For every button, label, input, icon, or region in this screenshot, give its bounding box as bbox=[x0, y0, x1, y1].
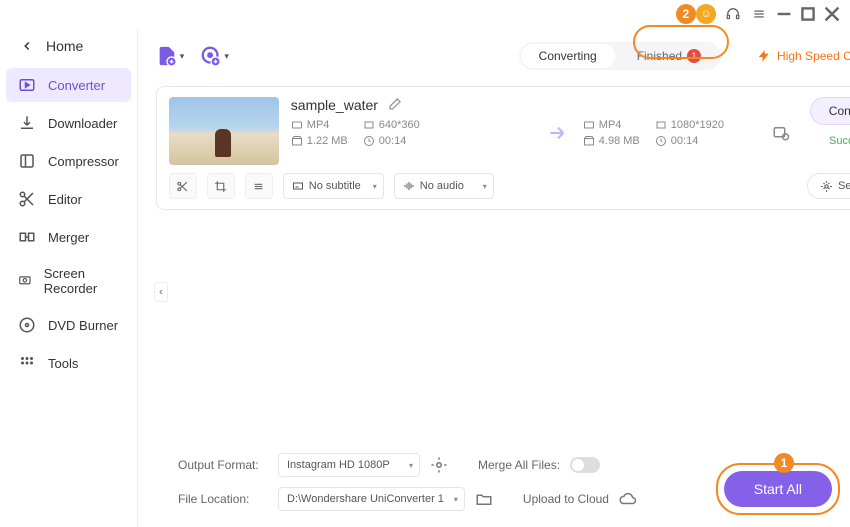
sidebar-item-merger[interactable]: Merger bbox=[6, 220, 131, 254]
add-file-button[interactable]: ▾ bbox=[156, 45, 185, 67]
sidebar-item-recorder[interactable]: Screen Recorder bbox=[6, 258, 131, 304]
sidebar-item-tools[interactable]: Tools bbox=[6, 346, 131, 380]
merge-label: Merge All Files: bbox=[478, 458, 560, 472]
upload-label: Upload to Cloud bbox=[523, 492, 609, 506]
src-size: 1.22 MB bbox=[291, 135, 363, 147]
folder-icon[interactable] bbox=[475, 490, 493, 508]
converter-icon bbox=[18, 76, 36, 94]
file-settings-icon[interactable] bbox=[765, 124, 797, 142]
video-thumbnail[interactable] bbox=[169, 97, 279, 165]
file-card: sample_water MP4 640*360 MP4 1080*1920 1… bbox=[156, 86, 850, 210]
finished-badge: 1 bbox=[687, 49, 701, 63]
tab-switcher: Converting Finished1 bbox=[519, 42, 721, 70]
home-label: Home bbox=[46, 38, 83, 54]
src-format: MP4 bbox=[291, 119, 363, 131]
footer: Output Format: Instagram HD 1080P▾ Merge… bbox=[160, 441, 850, 527]
tab-finished[interactable]: Finished1 bbox=[619, 44, 719, 68]
arrow-icon bbox=[535, 120, 583, 146]
toolbar: ▾ ▾ Converting Finished1 2 High Speed Co… bbox=[156, 36, 850, 76]
dst-duration: 00:14 bbox=[655, 135, 765, 147]
avatar[interactable]: ☺ bbox=[696, 4, 716, 24]
callout-number-2: 2 bbox=[676, 4, 696, 24]
convert-button[interactable]: Convert bbox=[810, 97, 850, 125]
file-name: sample_water bbox=[291, 97, 378, 113]
recorder-icon bbox=[18, 272, 32, 290]
file-location-select[interactable]: D:\Wondershare UniConverter 1▾ bbox=[278, 487, 465, 511]
sidebar-item-converter[interactable]: Converter bbox=[6, 68, 131, 102]
output-format-select[interactable]: Instagram HD 1080P▾ bbox=[278, 453, 420, 477]
hamburger-icon[interactable] bbox=[750, 5, 768, 23]
src-resolution: 640*360 bbox=[363, 119, 453, 131]
tab-converting[interactable]: Converting bbox=[521, 44, 615, 68]
dst-size: 4.98 MB bbox=[583, 135, 655, 147]
sidebar-item-label: Merger bbox=[48, 230, 89, 245]
titlebar: ☺ bbox=[0, 0, 850, 28]
cloud-icon[interactable] bbox=[619, 490, 637, 508]
start-all-button[interactable]: Start All bbox=[724, 471, 832, 507]
sidebar-item-label: Compressor bbox=[48, 154, 119, 169]
format-settings-icon[interactable] bbox=[430, 456, 448, 474]
sidebar: Home Converter Downloader Compressor Edi… bbox=[0, 28, 138, 527]
sidebar-item-label: DVD Burner bbox=[48, 318, 118, 333]
minimize-button[interactable] bbox=[776, 6, 792, 22]
status-text: Success bbox=[829, 135, 850, 147]
sidebar-item-label: Converter bbox=[48, 78, 105, 93]
sidebar-item-label: Screen Recorder bbox=[44, 266, 119, 296]
sidebar-item-dvdburner[interactable]: DVD Burner bbox=[6, 308, 131, 342]
sidebar-item-label: Downloader bbox=[48, 116, 117, 131]
audio-select[interactable]: No audio▾ bbox=[394, 173, 494, 199]
back-icon bbox=[20, 39, 34, 53]
sidebar-item-editor[interactable]: Editor bbox=[6, 182, 131, 216]
compressor-icon bbox=[18, 152, 36, 170]
crop-button[interactable] bbox=[207, 173, 235, 199]
more-button[interactable] bbox=[245, 173, 273, 199]
high-speed-conversion[interactable]: High Speed Conversion bbox=[757, 49, 850, 63]
maximize-button[interactable] bbox=[800, 6, 816, 22]
settings-button[interactable]: Settings bbox=[807, 173, 850, 199]
merge-toggle[interactable] bbox=[570, 457, 600, 473]
sidebar-item-label: Editor bbox=[48, 192, 82, 207]
sidebar-item-label: Tools bbox=[48, 356, 78, 371]
subtitle-select[interactable]: No subtitle▾ bbox=[283, 173, 384, 199]
sidebar-item-compressor[interactable]: Compressor bbox=[6, 144, 131, 178]
scissors-icon bbox=[18, 190, 36, 208]
output-format-label: Output Format: bbox=[178, 458, 268, 472]
headset-icon[interactable] bbox=[724, 5, 742, 23]
callout-number-1: 1 bbox=[774, 453, 794, 473]
disc-icon bbox=[18, 316, 36, 334]
download-icon bbox=[18, 114, 36, 132]
grid-icon bbox=[18, 354, 36, 372]
add-disc-button[interactable]: ▾ bbox=[200, 45, 229, 67]
sidebar-item-downloader[interactable]: Downloader bbox=[6, 106, 131, 140]
dst-format: MP4 bbox=[583, 119, 655, 131]
edit-icon[interactable] bbox=[386, 97, 402, 113]
trim-button[interactable] bbox=[169, 173, 197, 199]
dst-resolution: 1080*1920 bbox=[655, 119, 765, 131]
file-location-label: File Location: bbox=[178, 492, 268, 506]
home-row[interactable]: Home bbox=[0, 28, 137, 68]
src-duration: 00:14 bbox=[363, 135, 453, 147]
close-button[interactable] bbox=[824, 6, 840, 22]
merge-icon bbox=[18, 228, 36, 246]
